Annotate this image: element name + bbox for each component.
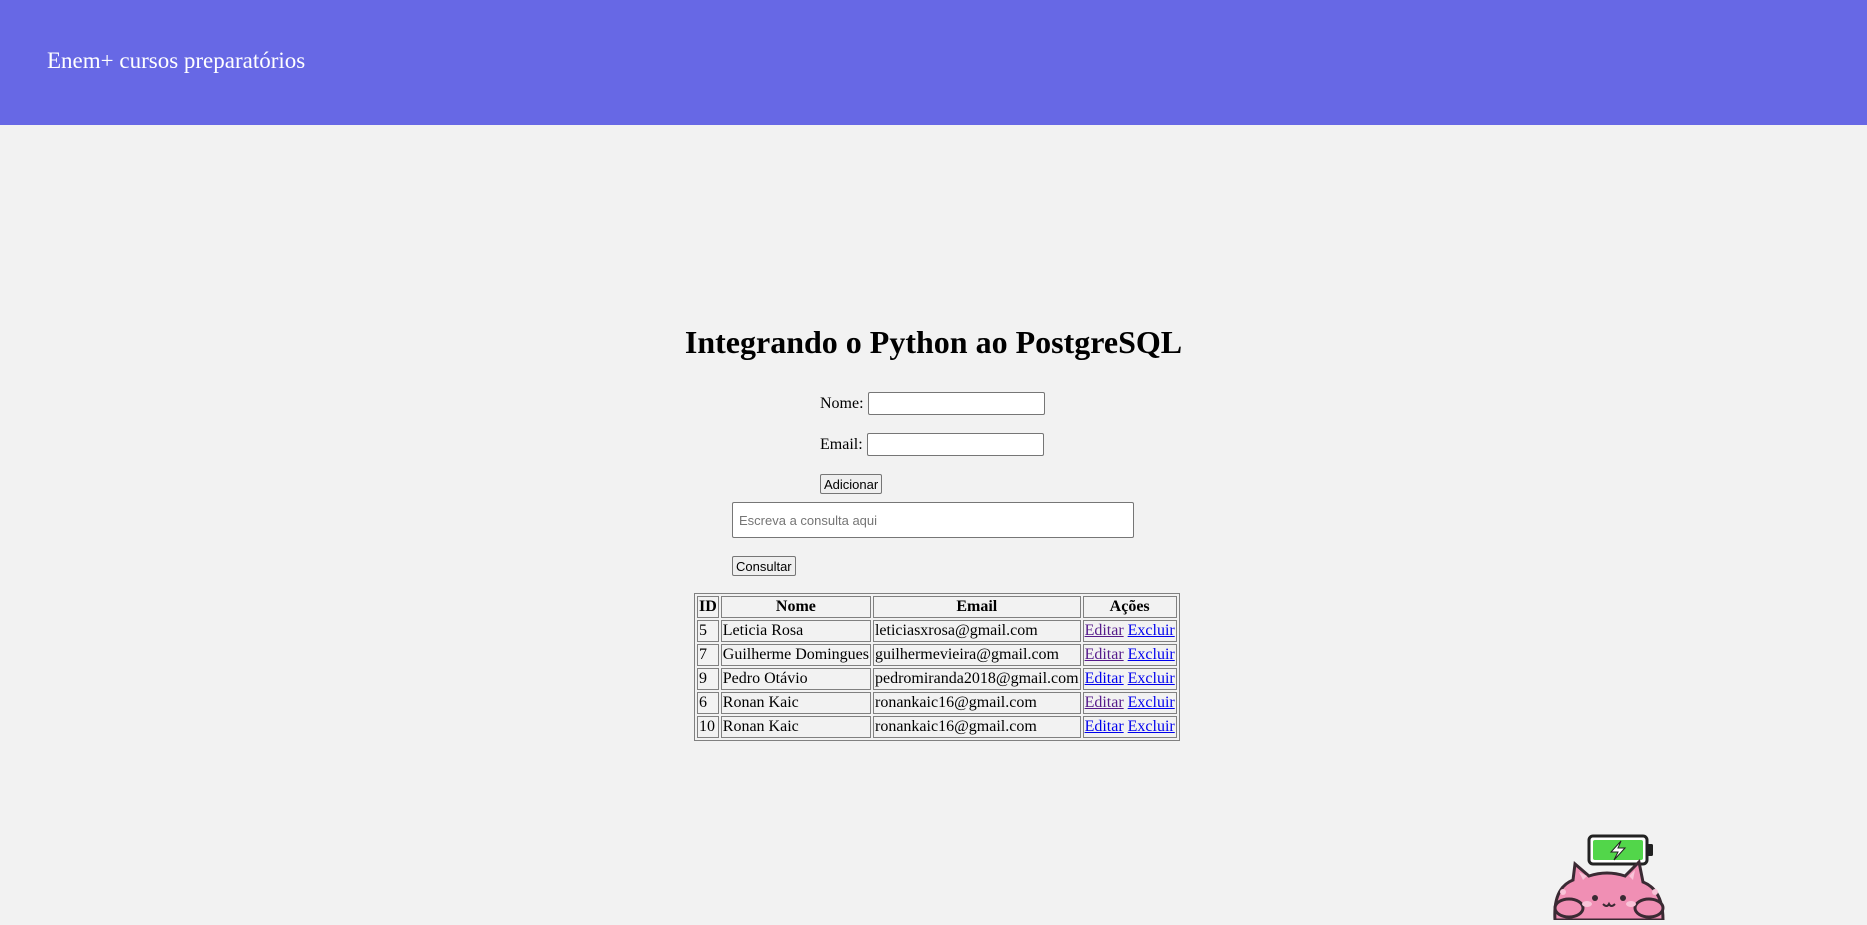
edit-link[interactable]: Editar [1085, 646, 1124, 663]
cell-id: 9 [697, 668, 719, 690]
cell-name: Ronan Kaic [720, 692, 871, 714]
delete-link[interactable]: Excluir [1128, 646, 1175, 663]
battery-cat-mascot [1553, 834, 1665, 922]
header-acoes: Ações [1082, 596, 1177, 618]
table-row: 10 Ronan Kaic ronankaic16@gmail.com Edit… [697, 716, 1177, 738]
edit-link[interactable]: Editar [1085, 622, 1124, 639]
cell-email: leticiasxrosa@gmail.com [872, 620, 1081, 642]
cell-name: Pedro Otávio [720, 668, 871, 690]
cell-actions: Editar Excluir [1082, 716, 1177, 738]
delete-link[interactable]: Excluir [1128, 670, 1175, 687]
battery-charging-icon [1587, 834, 1653, 866]
delete-link[interactable]: Excluir [1128, 622, 1175, 639]
cell-id: 6 [697, 692, 719, 714]
cell-name: Leticia Rosa [720, 620, 871, 642]
cell-email: ronankaic16@gmail.com [872, 716, 1081, 738]
header-nome: Nome [720, 596, 871, 618]
cell-id: 7 [697, 644, 719, 666]
cell-email: pedromiranda2018@gmail.com [872, 668, 1081, 690]
table-row: 7 Guilherme Domingues guilhermevieira@gm… [697, 644, 1177, 666]
add-button[interactable]: Adicionar [820, 474, 883, 494]
site-header: Enem+ cursos preparatórios [0, 0, 1867, 125]
users-table: ID Nome Email Ações 5 Leticia Rosa letic… [694, 593, 1180, 741]
edit-link[interactable]: Editar [1085, 670, 1124, 687]
cell-actions: Editar Excluir [1082, 620, 1177, 642]
cell-name: Ronan Kaic [720, 716, 871, 738]
cell-id: 5 [697, 620, 719, 642]
pink-cat-icon [1553, 858, 1665, 922]
table-header-row: ID Nome Email Ações [697, 596, 1177, 618]
mascot-overlay [1545, 828, 1675, 922]
table-row: 5 Leticia Rosa leticiasxrosa@gmail.com E… [697, 620, 1177, 642]
header-email: Email [872, 596, 1081, 618]
cell-email: guilhermevieira@gmail.com [872, 644, 1081, 666]
delete-link[interactable]: Excluir [1128, 694, 1175, 711]
cell-name: Guilherme Domingues [720, 644, 871, 666]
email-label: Email: [820, 436, 863, 453]
edit-link[interactable]: Editar [1085, 718, 1124, 735]
delete-link[interactable]: Excluir [1128, 718, 1175, 735]
email-input[interactable] [867, 433, 1044, 456]
table-row: 9 Pedro Otávio pedromiranda2018@gmail.co… [697, 668, 1177, 690]
table-row: 6 Ronan Kaic ronankaic16@gmail.com Edita… [697, 692, 1177, 714]
page-title: Integrando o Python ao PostgreSQL [684, 324, 1183, 360]
name-label: Nome: [820, 395, 864, 412]
cell-id: 10 [697, 716, 719, 738]
cell-actions: Editar Excluir [1082, 692, 1177, 714]
brand-title: Enem+ cursos preparatórios [47, 48, 306, 73]
name-input[interactable] [868, 392, 1045, 415]
query-input[interactable] [732, 502, 1134, 538]
cell-email: ronankaic16@gmail.com [872, 692, 1081, 714]
header-id: ID [697, 596, 719, 618]
cell-actions: Editar Excluir [1082, 644, 1177, 666]
cell-actions: Editar Excluir [1082, 668, 1177, 690]
consult-button[interactable]: Consultar [732, 556, 796, 576]
edit-link[interactable]: Editar [1085, 694, 1124, 711]
